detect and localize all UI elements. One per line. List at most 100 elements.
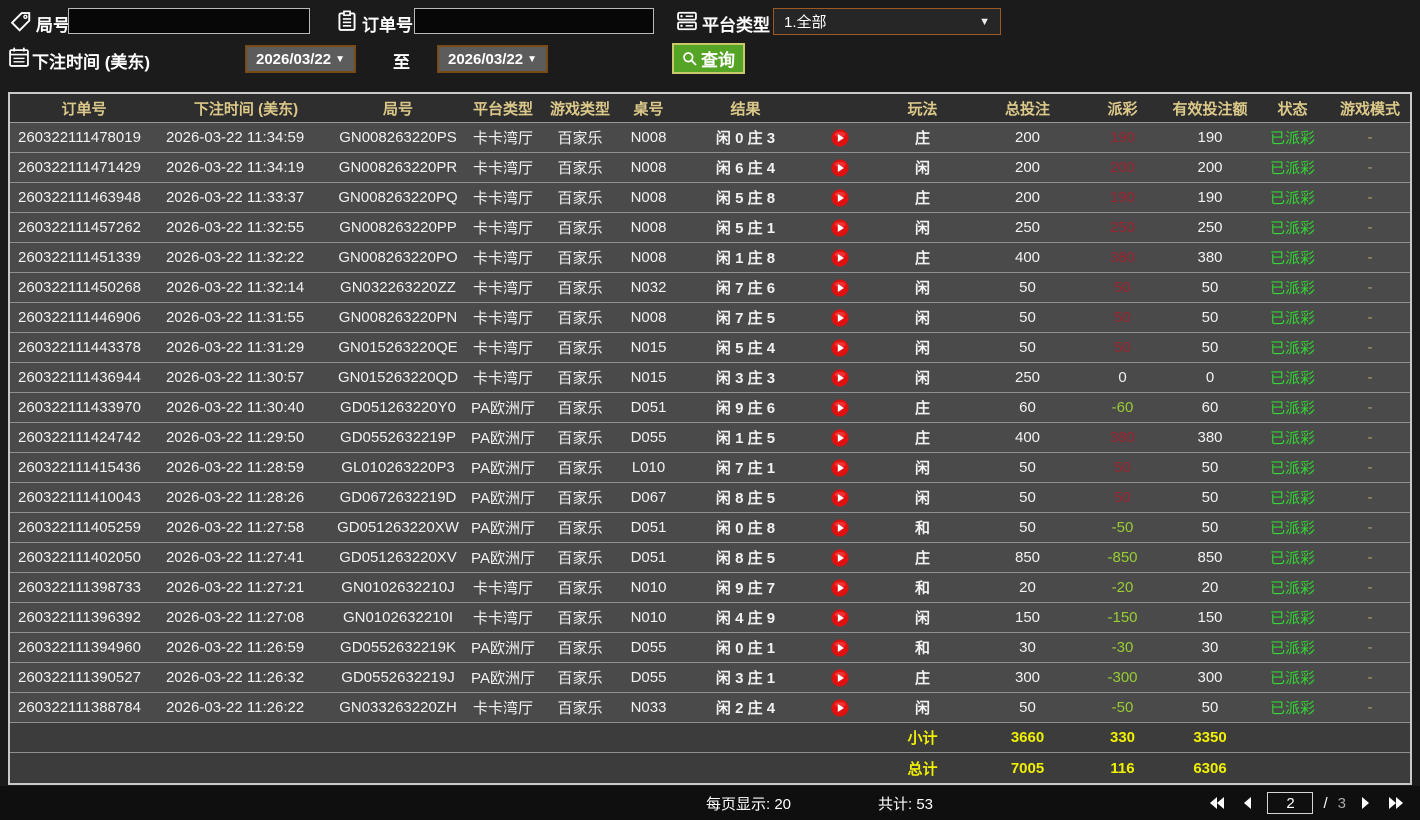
table-number-cell: D067 <box>630 489 667 506</box>
search-button[interactable]: 查询 <box>672 43 745 74</box>
bet-time-cell: 2026-03-22 11:33:37 <box>166 189 305 206</box>
page-number-input[interactable] <box>1267 792 1314 814</box>
payout-cell: 250 <box>1109 219 1136 236</box>
game-type-cell: 百家乐 <box>557 160 603 177</box>
table-row: 260322111394960 2026-03-22 11:26:59 GD0552… <box>10 633 1410 663</box>
play-icon <box>831 579 849 596</box>
play-video-button[interactable] <box>810 693 870 722</box>
column-header <box>810 94 870 122</box>
platform-type-cell: PA欧洲厅 <box>471 490 535 507</box>
table-row: 260322111396392 2026-03-22 11:27:08 GN0102… <box>10 603 1410 633</box>
game-number-cell: GD0552632219P <box>340 429 456 446</box>
game-type-cell: 百家乐 <box>557 370 603 387</box>
game-type-cell: 百家乐 <box>557 520 603 537</box>
valid-bet-cell: 50 <box>1201 279 1219 296</box>
play-video-button[interactable] <box>810 333 870 362</box>
game-mode-cell: - <box>1367 129 1373 146</box>
play-icon <box>831 159 849 176</box>
first-page-button[interactable] <box>1207 793 1227 813</box>
order-no-input[interactable] <box>414 8 654 34</box>
valid-bet-cell: 50 <box>1201 489 1219 506</box>
next-page-button[interactable] <box>1356 793 1376 813</box>
play-video-button[interactable] <box>810 483 870 512</box>
play-video-button[interactable] <box>810 393 870 422</box>
play-icon <box>831 399 849 416</box>
status-cell: 已派彩 <box>1269 700 1315 717</box>
play-video-button[interactable] <box>810 273 870 302</box>
table-number-cell: N015 <box>630 369 667 386</box>
valid-bet-cell: 50 <box>1201 339 1219 356</box>
platform-type-cell: PA欧洲厅 <box>471 400 535 417</box>
play-video-button[interactable] <box>810 123 870 152</box>
table-row: 260322111402050 2026-03-22 11:27:41 GD0512… <box>10 543 1410 573</box>
order-number-cell: 260322111443378 <box>18 339 141 356</box>
subtotal-total-bet: 3660 <box>1010 729 1045 746</box>
game-number-cell: GN0102632210J <box>341 579 455 596</box>
game-mode-cell: - <box>1367 369 1373 386</box>
bet-time-cell: 2026-03-22 11:27:08 <box>166 609 305 626</box>
play-video-button[interactable] <box>810 633 870 662</box>
play-video-button[interactable] <box>810 663 870 692</box>
bet-time-cell: 2026-03-22 11:32:55 <box>166 219 305 236</box>
play-video-button[interactable] <box>810 153 870 182</box>
table-number-cell: D051 <box>630 399 667 416</box>
payout-cell: -150 <box>1107 609 1138 626</box>
bet-time-cell: 2026-03-22 11:30:40 <box>166 399 305 416</box>
platform-type-value: 1.全部 <box>784 14 827 31</box>
first-page-icon <box>1210 797 1225 809</box>
play-type-cell: 闲 <box>914 700 930 717</box>
play-type-cell: 庄 <box>914 130 930 147</box>
game-no-input[interactable] <box>68 8 310 34</box>
play-video-button[interactable] <box>810 243 870 272</box>
result-cell: 闲 3 庄 3 <box>715 370 776 387</box>
prev-page-button[interactable] <box>1237 793 1257 813</box>
order-number-cell: 260322111463948 <box>18 189 141 206</box>
payout-cell: -30 <box>1111 639 1134 656</box>
platform-type-cell: 卡卡湾厅 <box>472 160 533 177</box>
play-video-button[interactable] <box>810 543 870 572</box>
date-to-picker[interactable]: 2026/03/22 ▼ <box>437 45 548 73</box>
total-bet-cell: 50 <box>1019 459 1036 476</box>
game-number-cell: GN0102632210I <box>342 609 454 626</box>
game-type-cell: 百家乐 <box>557 340 603 357</box>
play-icon <box>831 249 849 266</box>
play-video-button[interactable] <box>810 213 870 242</box>
play-type-cell: 闲 <box>914 610 930 627</box>
bet-time-cell: 2026-03-22 11:32:22 <box>166 249 305 266</box>
play-type-cell: 庄 <box>914 400 930 417</box>
order-number-cell: 260322111390527 <box>18 669 141 686</box>
play-video-button[interactable] <box>810 423 870 452</box>
table-number-cell: N032 <box>630 279 667 296</box>
game-mode-cell: - <box>1367 669 1373 686</box>
payout-cell: 50 <box>1114 339 1131 356</box>
play-type-cell: 闲 <box>914 220 930 237</box>
play-type-cell: 庄 <box>914 550 930 567</box>
bet-time-cell: 2026-03-22 11:27:41 <box>166 549 305 566</box>
bet-time-cell: 2026-03-22 11:29:50 <box>166 429 305 446</box>
play-video-button[interactable] <box>810 303 870 332</box>
table-number-cell: N008 <box>630 129 667 146</box>
total-bet-cell: 50 <box>1019 339 1036 356</box>
play-video-button[interactable] <box>810 363 870 392</box>
date-from-picker[interactable]: 2026/03/22 ▼ <box>245 45 356 73</box>
payout-cell: 190 <box>1109 129 1136 146</box>
play-video-button[interactable] <box>810 453 870 482</box>
play-video-button[interactable] <box>810 573 870 602</box>
result-cell: 闲 0 庄 3 <box>715 130 776 147</box>
column-header: 平台类型 <box>472 100 533 118</box>
play-video-button[interactable] <box>810 183 870 212</box>
play-icon <box>831 519 849 536</box>
platform-type-cell: 卡卡湾厅 <box>472 280 533 297</box>
column-header: 派彩 <box>1107 100 1138 118</box>
payout-cell: 0 <box>1118 369 1127 386</box>
play-video-button[interactable] <box>810 513 870 542</box>
result-cell: 闲 0 庄 8 <box>715 520 776 537</box>
play-video-button[interactable] <box>810 603 870 632</box>
table-row: 260322111415436 2026-03-22 11:28:59 GL0102… <box>10 453 1410 483</box>
platform-type-select[interactable]: 1.全部 ▼ <box>773 8 1001 35</box>
last-page-button[interactable] <box>1386 793 1406 813</box>
table-number-cell: D051 <box>630 549 667 566</box>
game-mode-cell: - <box>1367 399 1373 416</box>
order-no-label: 订单号 <box>362 16 413 35</box>
page-size-label: 每页显示: 20 <box>706 795 792 813</box>
